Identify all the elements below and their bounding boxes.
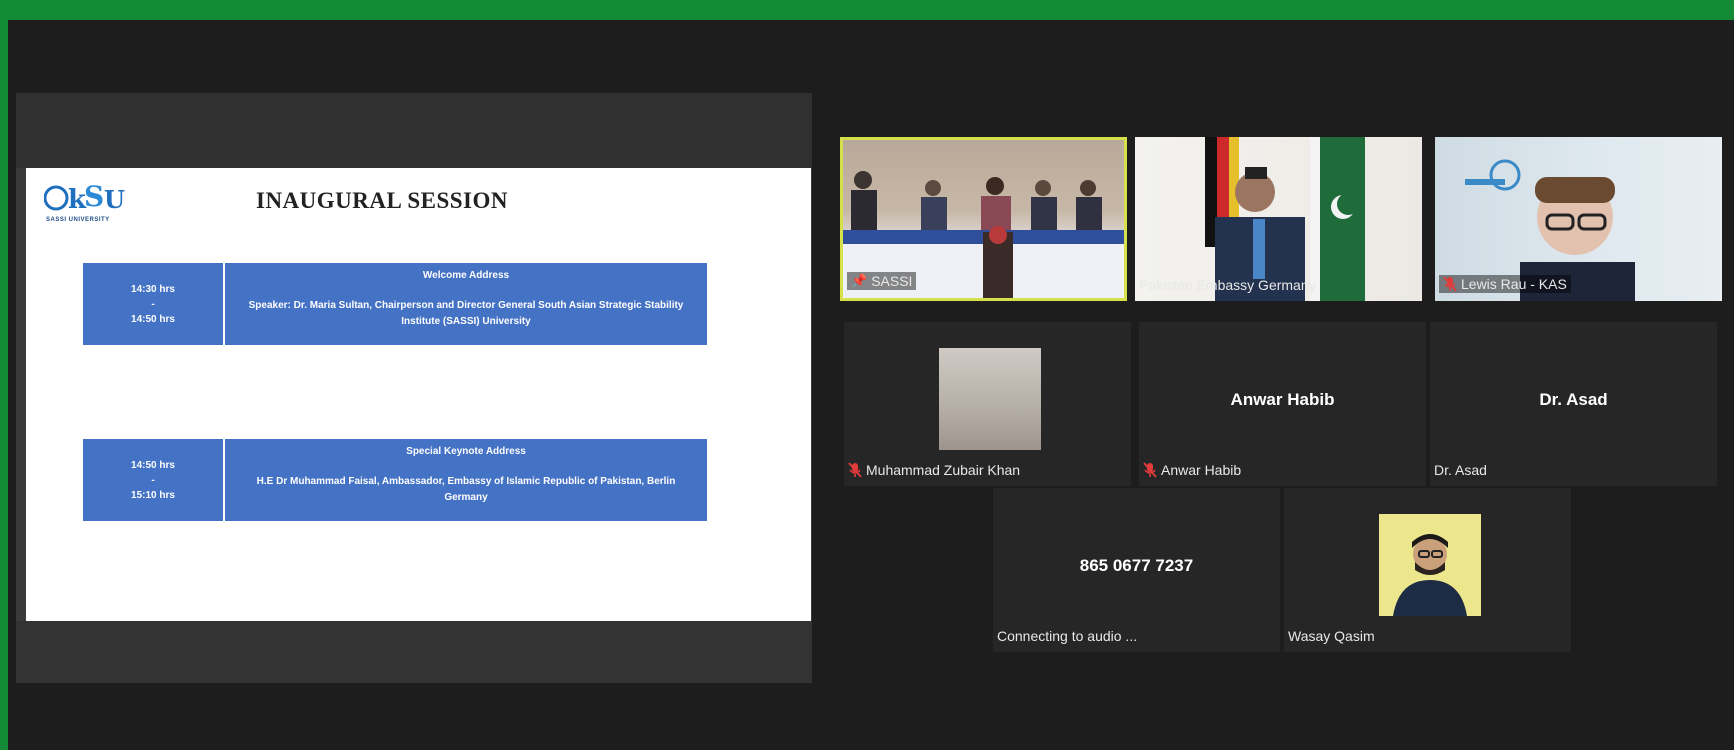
participant-name: Dr. Asad <box>1434 462 1487 478</box>
agenda-item: 14:50 hrs - 15:10 hrs Special Keynote Ad… <box>83 439 707 521</box>
participant-tile-dr-asad[interactable]: Dr. Asad Dr. Asad <box>1430 322 1717 486</box>
avatar-graphic <box>1393 534 1467 616</box>
participant-name: Anwar Habib <box>1161 462 1242 478</box>
participant-name: Pakistan Embassy Germany <box>1139 277 1316 293</box>
participant-tile-muhammad-zubair-khan[interactable]: Muhammad Zubair Khan <box>844 322 1131 486</box>
agenda-item: 14:30 hrs - 14:50 hrs Welcome Address Sp… <box>83 263 707 345</box>
agenda-body: Special Keynote Address H.E Dr Muhammad … <box>225 439 707 521</box>
agenda-time: 14:50 hrs - 15:10 hrs <box>83 439 225 521</box>
logo-graphic: k S U <box>43 180 126 215</box>
participant-name-label: Anwar Habib <box>1143 462 1241 478</box>
participant-tile-pakistan-embassy[interactable]: Pakistan Embassy Germany <box>1135 137 1422 301</box>
participant-name: Muhammad Zubair Khan <box>866 462 1021 478</box>
participant-name-label: Wasay Qasim <box>1288 628 1375 644</box>
participant-name-label: Lewis Rau - KAS <box>1439 275 1571 293</box>
mic-muted-icon <box>1443 276 1457 292</box>
participant-tile-wasay-qasim[interactable]: Wasay Qasim <box>1284 488 1571 652</box>
participant-name: Wasay Qasim <box>1288 628 1375 644</box>
participant-name: Connecting to audio ... <box>997 628 1138 644</box>
agenda-heading: Welcome Address <box>422 270 510 281</box>
participant-tile-phone-caller[interactable]: 865 0677 7237 Connecting to audio ... <box>993 488 1280 652</box>
svg-text:S: S <box>84 180 103 213</box>
participant-tile-anwar-habib[interactable]: Anwar Habib Anwar Habib <box>1139 322 1426 486</box>
participant-tile-sassi[interactable]: 📌 SASSI <box>840 137 1127 301</box>
participant-profile-picture <box>939 348 1041 450</box>
sassi-logo: k S U SASSI UNIVERSITY <box>43 178 128 228</box>
meeting-window: k S U SASSI UNIVERSITY INAUGURAL SESSION… <box>8 20 1734 750</box>
logo-mark: k S U <box>43 178 128 216</box>
agenda-time-separator: - <box>151 474 155 486</box>
shared-screen-bottom-bar <box>16 621 812 683</box>
agenda-time-end: 14:50 hrs <box>131 313 175 325</box>
agenda-time-end: 15:10 hrs <box>131 489 175 501</box>
agenda-time-start: 14:30 hrs <box>131 283 175 295</box>
logo-subtext: SASSI UNIVERSITY <box>46 217 110 223</box>
participant-center-name: 865 0677 7237 <box>1079 556 1194 575</box>
agenda-time-start: 14:50 hrs <box>131 459 175 471</box>
participant-name: Lewis Rau - KAS <box>1461 276 1567 292</box>
mic-muted-icon <box>1143 462 1157 478</box>
participant-center-name: Anwar Habib <box>1230 390 1335 409</box>
participant-name-label: 📌 SASSI <box>847 272 917 290</box>
participant-center-name: Dr. Asad <box>1539 390 1608 409</box>
agenda-body: Welcome Address Speaker: Dr. Maria Sulta… <box>225 263 707 345</box>
shared-screen-panel[interactable]: k S U SASSI UNIVERSITY INAUGURAL SESSION… <box>16 93 812 683</box>
agenda-time: 14:30 hrs - 14:50 hrs <box>83 263 225 345</box>
agenda-detail: H.E Dr Muhammad Faisal, Ambassador, Emba… <box>256 476 676 503</box>
shared-screen-top-bar <box>16 93 812 168</box>
participant-name-label: Pakistan Embassy Germany <box>1139 277 1316 293</box>
pin-icon: 📌 <box>851 273 868 288</box>
participant-name-label: Muhammad Zubair Khan <box>848 462 1020 478</box>
slide-title: INAUGURAL SESSION <box>256 188 508 213</box>
participant-tile-lewis-rau[interactable]: Lewis Rau - KAS <box>1435 137 1722 301</box>
mic-muted-icon <box>848 462 862 478</box>
svg-text:U: U <box>104 185 125 214</box>
participant-name-label: Dr. Asad <box>1434 462 1487 478</box>
presentation-slide: k S U SASSI UNIVERSITY INAUGURAL SESSION… <box>26 168 811 621</box>
agenda-heading: Special Keynote Address <box>406 446 526 457</box>
agenda-time-separator: - <box>151 298 155 310</box>
participant-name-label: Connecting to audio ... <box>997 628 1137 644</box>
participant-profile-picture <box>1379 514 1481 616</box>
agenda-detail: Speaker: Dr. Maria Sultan, Chairperson a… <box>248 300 684 327</box>
participant-name: SASSI <box>871 273 913 289</box>
